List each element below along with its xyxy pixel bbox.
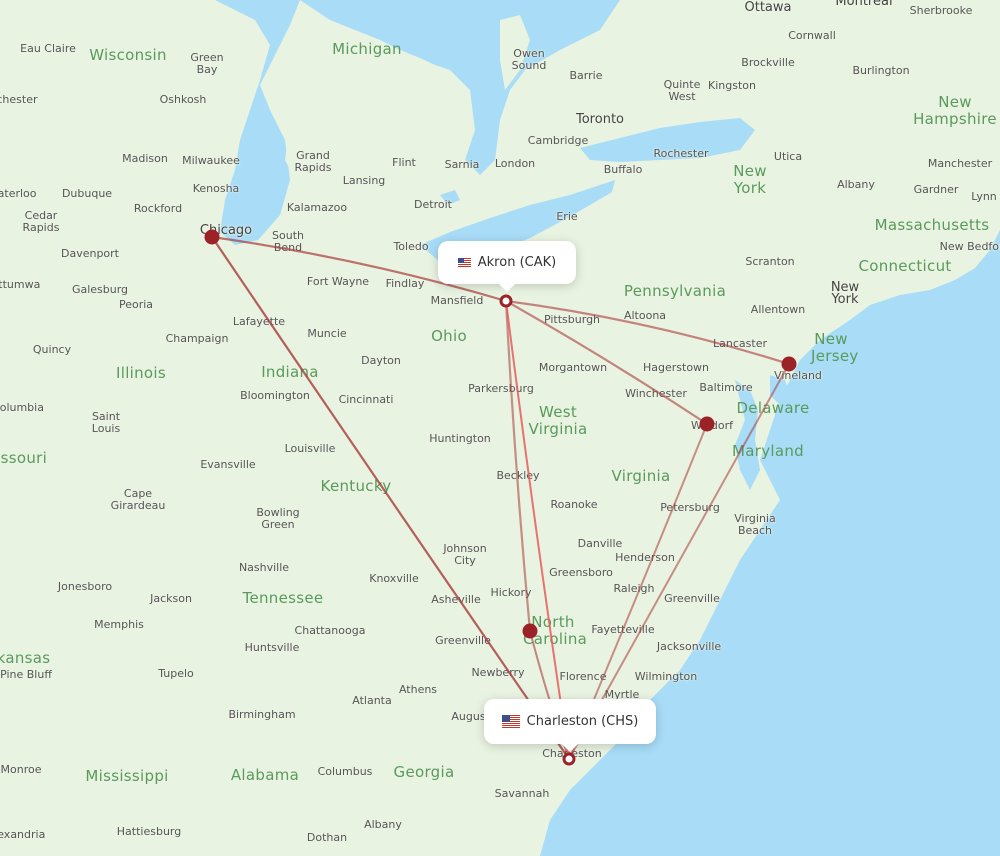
us-flag-icon [457,258,471,267]
origin-airport-name: Akron (CAK) [477,255,557,270]
origin-marker-akron[interactable] [499,294,513,308]
route-chicago-charleston[interactable] [210,235,571,761]
airport-marker-waldorf[interactable] [699,416,715,432]
route-map[interactable]: Wisconsin Michigan Illinois Indiana Ohio… [0,0,1000,856]
airport-marker-charlotte[interactable] [522,623,538,639]
route-akron-charlotte[interactable] [504,299,532,633]
route-akron-waldorf[interactable] [504,299,709,426]
destination-airport-name: Charleston (CHS) [526,714,639,729]
airport-marker-chicago[interactable] [204,229,220,245]
route-akron-vineland[interactable] [504,299,791,366]
destination-marker-charleston[interactable] [562,752,576,766]
origin-popup[interactable]: Akron (CAK) [438,241,576,292]
airport-marker-vineland[interactable] [781,356,797,372]
route-akron-charleston-direct[interactable] [505,300,570,760]
destination-popup[interactable]: Charleston (CHS) [484,699,656,752]
us-flag-icon [501,715,520,728]
